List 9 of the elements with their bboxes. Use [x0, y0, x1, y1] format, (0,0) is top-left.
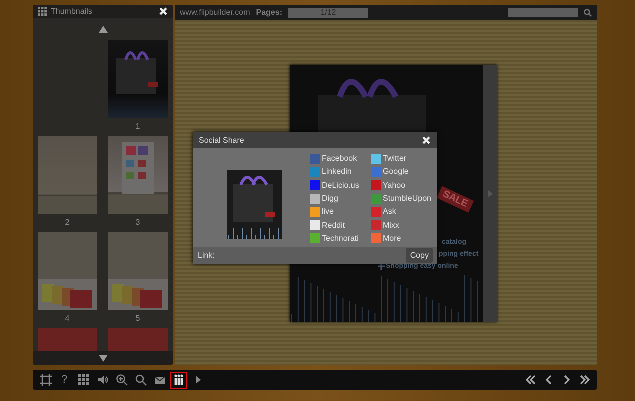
dialog-title: Social Share [199, 136, 246, 144]
page-number: 4 [65, 314, 70, 323]
pages-label: Pages: [256, 8, 282, 17]
page-number: 2 [65, 218, 70, 227]
page-number: 5 [136, 314, 140, 323]
link-label: Link: [198, 251, 215, 260]
panel-title: Thumbnails [51, 7, 94, 16]
page-number: 3 [136, 218, 140, 227]
page-number: 1 [136, 122, 140, 131]
